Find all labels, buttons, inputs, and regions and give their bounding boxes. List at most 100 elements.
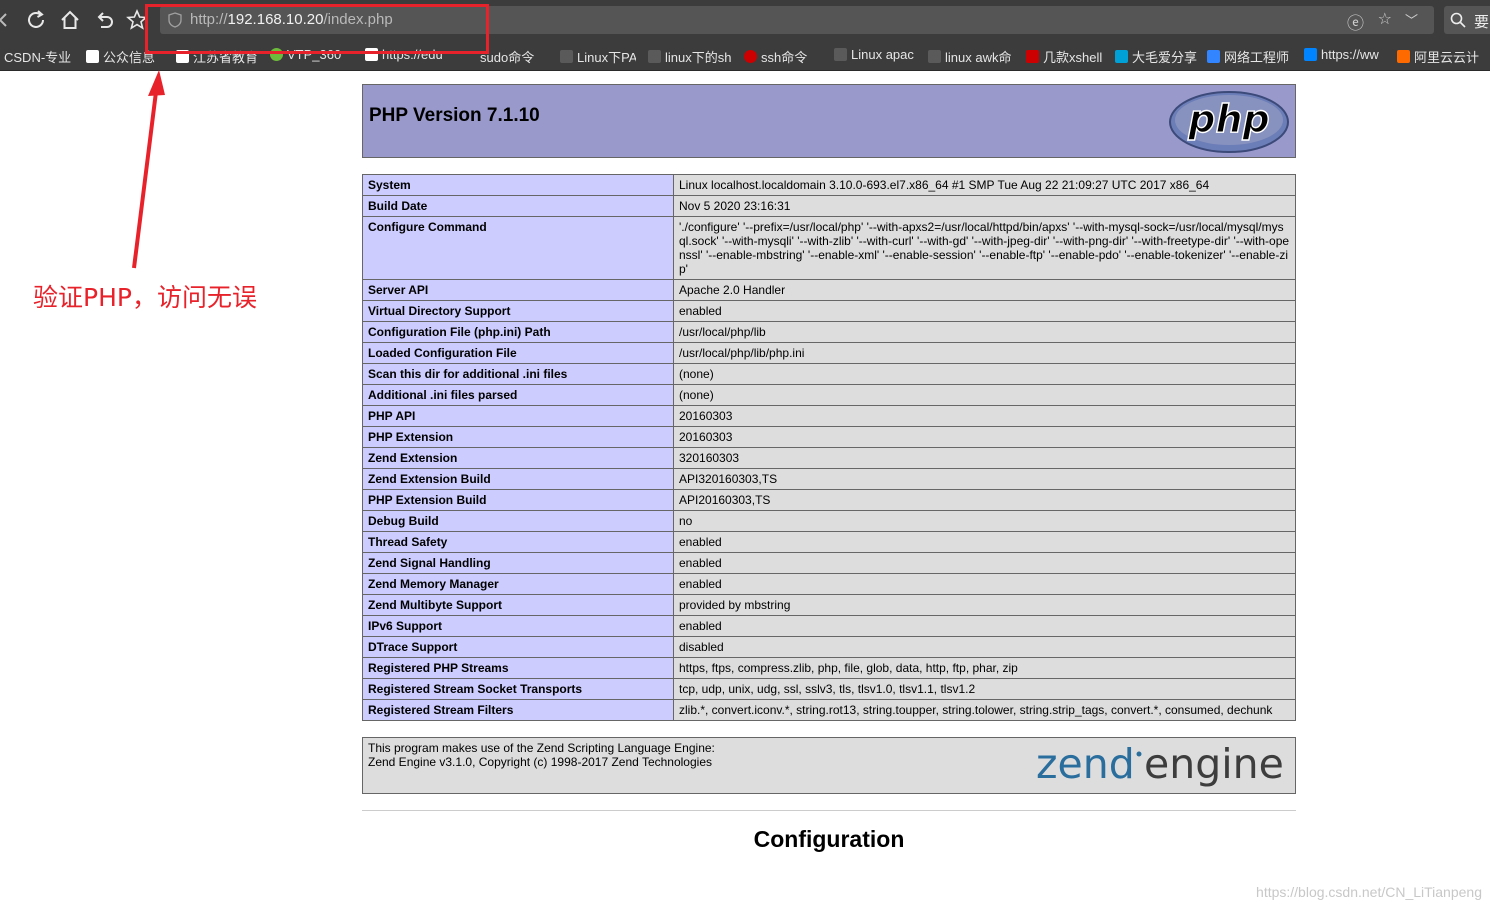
info-row: Debug Build no: [362, 510, 1296, 532]
bookmark-item[interactable]: 大毛爱分享: [1115, 47, 1197, 66]
info-row: Server API Apache 2.0 Handler: [362, 279, 1296, 301]
info-value: 20160303: [673, 426, 1296, 448]
info-row: DTrace Support disabled: [362, 636, 1296, 658]
info-row: IPv6 Support enabled: [362, 615, 1296, 637]
site-icon: [1397, 50, 1410, 63]
url-highlight-box: [145, 4, 489, 54]
phpinfo-page: PHP Version 7.1.10 php System Linux local…: [362, 84, 1296, 853]
zend-line-2: Zend Engine v3.1.0, Copyright (c) 1998-2…: [368, 755, 712, 769]
bookmark-item[interactable]: https://ww: [1304, 47, 1388, 62]
info-key: Thread Safety: [362, 531, 674, 553]
bookmark-item[interactable]: Linux下PA: [560, 47, 636, 66]
search-box[interactable]: 要: [1444, 6, 1490, 34]
info-value: 320160303: [673, 447, 1296, 469]
info-row: Registered PHP Streams https, ftps, compr…: [362, 657, 1296, 679]
info-value: provided by mbstring: [673, 594, 1296, 616]
bookmark-item[interactable]: 几款xshell: [1026, 47, 1106, 66]
site-icon: [648, 50, 661, 63]
info-row: Registered Stream Socket Transports tcp, …: [362, 678, 1296, 700]
info-value: disabled: [673, 636, 1296, 658]
info-value: Nov 5 2020 23:16:31: [673, 195, 1296, 217]
info-key: Server API: [362, 279, 674, 301]
info-row: Zend Signal Handling enabled: [362, 552, 1296, 574]
bookmark-item[interactable]: sudo命令: [480, 47, 548, 66]
info-key: Build Date: [362, 195, 674, 217]
info-value: 20160303: [673, 405, 1296, 427]
info-row: Zend Extension Build API320160303,TS: [362, 468, 1296, 490]
chevron-down-icon[interactable]: ﹀: [1405, 10, 1418, 29]
php-version-title: PHP Version 7.1.10: [369, 105, 540, 126]
info-key: Zend Memory Manager: [362, 573, 674, 595]
info-value: Apache 2.0 Handler: [673, 279, 1296, 301]
php-logo-text: php: [1187, 97, 1269, 141]
info-value: (none): [673, 363, 1296, 385]
home-icon[interactable]: [58, 8, 82, 32]
info-key: Scan this dir for additional .ini files: [362, 363, 674, 385]
site-icon: [1115, 50, 1128, 63]
refresh-icon[interactable]: [24, 8, 48, 32]
info-value: (none): [673, 384, 1296, 406]
info-key: DTrace Support: [362, 636, 674, 658]
bookmark-item[interactable]: ssh命令: [744, 47, 820, 66]
back-icon[interactable]: [0, 8, 16, 32]
info-key: Debug Build: [362, 510, 674, 532]
info-key: Configuration File (php.ini) Path: [362, 321, 674, 343]
info-row: Thread Safety enabled: [362, 531, 1296, 553]
info-row: Registered Stream Filters zlib.*, convert…: [362, 699, 1296, 721]
info-key: PHP API: [362, 405, 674, 427]
info-value: enabled: [673, 615, 1296, 637]
zend-logo-right: engine: [1144, 742, 1284, 788]
site-icon: [560, 50, 573, 63]
info-value: https, ftps, compress.zlib, php, file, g…: [673, 657, 1296, 679]
info-value: /usr/local/php/lib/php.ini: [673, 342, 1296, 364]
zend-logo-dot: [1136, 751, 1142, 757]
site-icon: [1304, 48, 1317, 61]
info-value: './configure' '--prefix=/usr/local/php' …: [673, 216, 1296, 280]
bookmark-item[interactable]: linux下的sh: [648, 47, 732, 66]
info-value: no: [673, 510, 1296, 532]
info-key: Zend Extension Build: [362, 468, 674, 490]
undo-icon[interactable]: [92, 8, 116, 32]
zend-line-1: This program makes use of the Zend Scrip…: [368, 741, 715, 755]
search-icon[interactable]: [1450, 12, 1466, 28]
info-key: Virtual Directory Support: [362, 300, 674, 322]
info-row: Build Date Nov 5 2020 23:16:31: [362, 195, 1296, 217]
watermark: https://blog.csdn.net/CN_LiTianpeng: [1256, 884, 1482, 900]
info-key: Additional .ini files parsed: [362, 384, 674, 406]
info-key: Loaded Configuration File: [362, 342, 674, 364]
info-key: Registered Stream Socket Transports: [362, 678, 674, 700]
site-icon: [834, 48, 847, 61]
page-icon: [86, 50, 99, 63]
bookmark-item[interactable]: Linux apac: [834, 47, 916, 62]
info-key: IPv6 Support: [362, 615, 674, 637]
bookmark-item[interactable]: CSDN-专业: [4, 47, 76, 66]
annotation-note: 验证PHP，访问无误: [33, 283, 257, 312]
configuration-heading: Configuration: [753, 826, 905, 852]
php-header: PHP Version 7.1.10 php: [362, 84, 1296, 158]
site-icon: [928, 50, 941, 63]
info-row: Configuration File (php.ini) Path/usr/lo…: [362, 321, 1296, 343]
bookmark-item[interactable]: linux awk命: [928, 47, 1014, 66]
info-row: System Linux localhost.localdomain 3.10.0…: [362, 174, 1296, 196]
info-value: /usr/local/php/lib: [673, 321, 1296, 343]
info-row: Virtual Directory Support enabled: [362, 300, 1296, 322]
info-key: PHP Extension Build: [362, 489, 674, 511]
info-value: Linux localhost.localdomain 3.10.0-693.e…: [673, 174, 1296, 196]
zend-engine-logo[interactable]: zend engine: [1036, 742, 1290, 792]
php-logo[interactable]: php: [1168, 90, 1290, 154]
info-row: Loaded Configuration File/usr/local/php/…: [362, 342, 1296, 364]
ie-compat-icon[interactable]: ⓔ: [1347, 9, 1364, 34]
info-value: enabled: [673, 531, 1296, 553]
bookmark-item[interactable]: 网络工程师: [1207, 47, 1291, 66]
site-icon: [744, 50, 757, 63]
bookmark-item[interactable]: 阿里云云计: [1397, 47, 1485, 66]
annotation-arrow-icon: [132, 70, 165, 269]
info-row: PHP API 20160303: [362, 405, 1296, 427]
info-value: API320160303,TS: [673, 468, 1296, 490]
info-row: Zend Extension 320160303: [362, 447, 1296, 469]
bookmark-star-icon[interactable]: ☆: [1378, 9, 1392, 29]
info-row: Scan this dir for additional .ini files(…: [362, 363, 1296, 385]
info-value: enabled: [673, 300, 1296, 322]
info-key: Zend Extension: [362, 447, 674, 469]
info-key: System: [362, 174, 674, 196]
